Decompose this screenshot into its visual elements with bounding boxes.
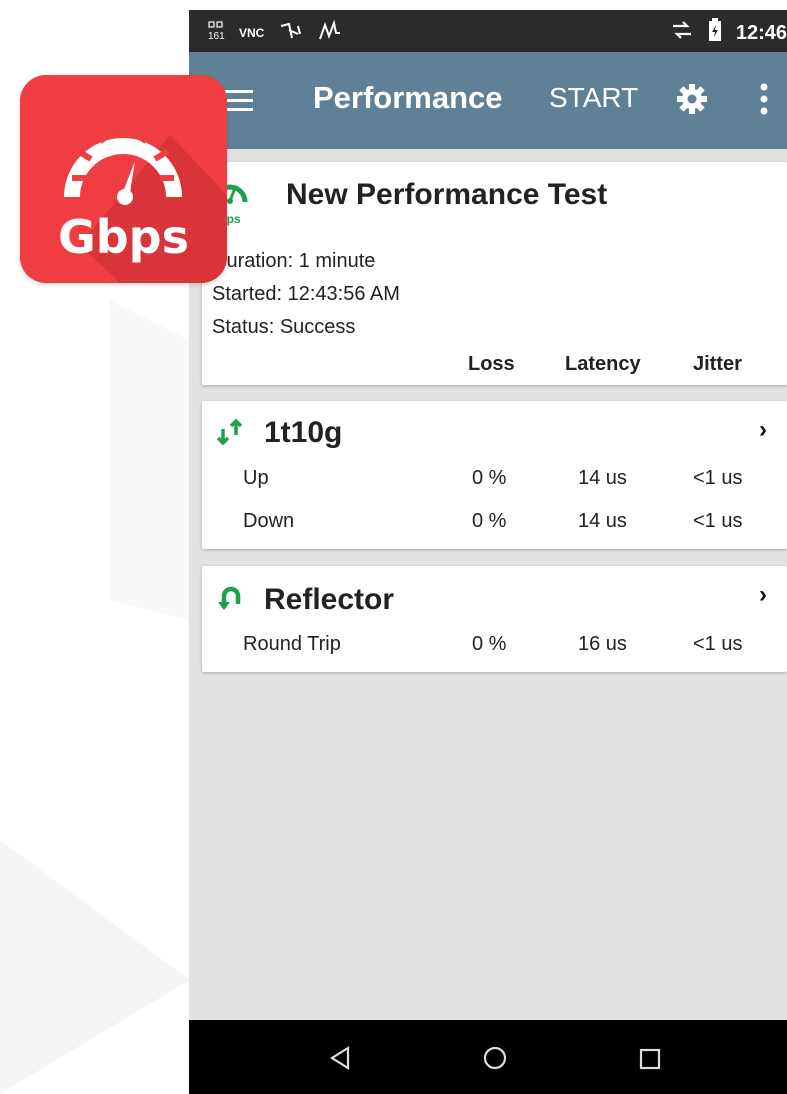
back-icon[interactable] <box>329 1046 351 1070</box>
page-title: Performance <box>313 80 503 115</box>
app-bar: Performance START <box>189 52 787 149</box>
row-latency: 16 us <box>578 633 627 655</box>
row-latency: 14 us <box>578 510 627 532</box>
gear-icon[interactable] <box>677 84 707 114</box>
up-down-arrows-icon <box>216 419 243 445</box>
row-loss: 0 % <box>472 467 507 489</box>
test-title: New Performance Test <box>286 178 608 211</box>
menu-icon[interactable] <box>223 90 253 112</box>
test-name: 1t10g <box>264 416 343 449</box>
more-options-icon[interactable] <box>759 82 769 116</box>
chevron-right-icon[interactable]: › <box>759 581 767 609</box>
row-loss: 0 % <box>472 510 507 532</box>
clock: 12:46 <box>735 21 787 44</box>
row-jitter: <1 us <box>693 467 743 489</box>
vnc-icon: VNC <box>239 25 265 40</box>
row-label: Up <box>243 467 269 489</box>
chevron-right-icon[interactable]: › <box>759 416 767 444</box>
status-text: Status: Success <box>212 316 356 338</box>
phone-screen: 161 VNC 12:46 Performance START New Perf… <box>189 10 787 1094</box>
row-label: Down <box>243 510 295 532</box>
recents-icon[interactable] <box>639 1048 661 1070</box>
started-text: Started: 12:43:56 AM <box>212 283 400 305</box>
sim-icon: 161 <box>207 21 225 44</box>
column-header-latency: Latency <box>565 353 641 375</box>
waveform-icon <box>318 19 342 45</box>
row-jitter: <1 us <box>693 633 743 655</box>
test-card-reflector[interactable]: Reflector › Round Trip 0 % 16 us <1 us <box>202 566 787 672</box>
summary-card: Gbps New Performance Test Duration: 1 mi… <box>202 162 787 385</box>
usb-icon <box>278 20 304 45</box>
svg-text:161: 161 <box>208 31 225 41</box>
navigation-bar <box>189 1020 787 1094</box>
column-header-loss: Loss <box>468 353 515 375</box>
row-loss: 0 % <box>472 633 507 655</box>
status-bar: 161 VNC 12:46 <box>189 10 787 52</box>
start-button[interactable]: START <box>549 82 638 114</box>
u-turn-icon <box>218 586 241 610</box>
home-icon[interactable] <box>483 1046 507 1070</box>
row-jitter: <1 us <box>693 510 743 532</box>
badge-label: Gbps <box>58 210 189 264</box>
column-header-jitter: Jitter <box>693 353 742 375</box>
app-badge: Gbps <box>20 75 227 283</box>
row-label: Round Trip <box>243 633 341 655</box>
data-transfer-icon <box>670 18 694 48</box>
duration-text: Duration: 1 minute <box>212 250 376 272</box>
row-latency: 14 us <box>578 467 627 489</box>
battery-icon <box>708 18 722 48</box>
test-name: Reflector <box>264 583 395 616</box>
test-card-1t10g[interactable]: 1t10g › Up 0 % 14 us <1 us Down 0 % 14 u… <box>202 401 787 549</box>
